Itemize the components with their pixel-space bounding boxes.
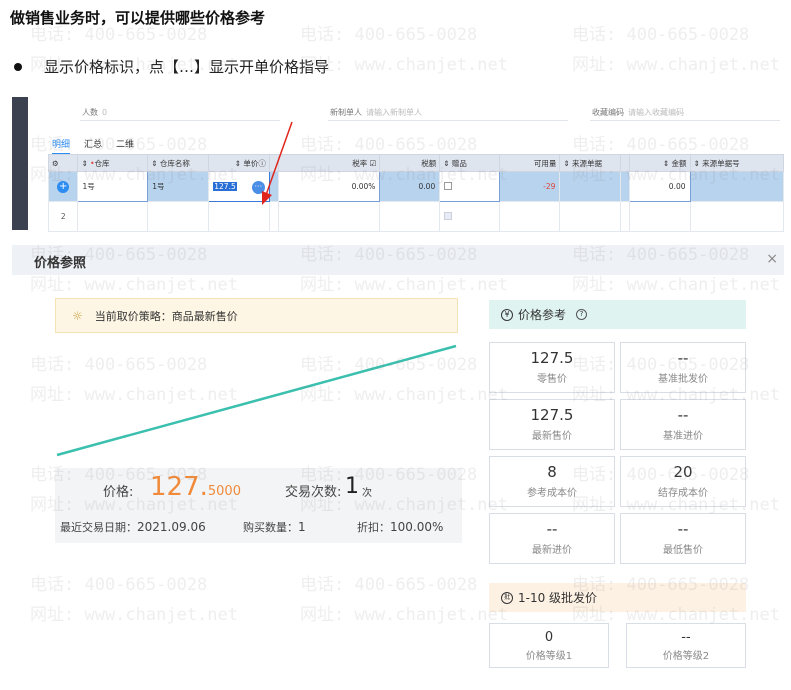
watermark-text: 网址: www.chanjet.net	[300, 55, 508, 75]
column-header	[620, 154, 631, 172]
bullet-point: 显示价格标识，点【…】显示开单价格指导	[14, 56, 329, 77]
tab-detail[interactable]: 明细	[52, 137, 71, 155]
price-card-retail[interactable]: 127.5 零售价	[489, 342, 615, 393]
trend-line	[56, 344, 457, 457]
bullet-dot-icon	[14, 62, 22, 71]
column-header[interactable]: ⇕ 来源单据号	[689, 154, 784, 172]
wholesale-levels-title: 1-10 级批发价	[518, 591, 598, 605]
price-card-reference-cost[interactable]: 8 参考成本价	[489, 456, 615, 507]
dialog-header	[12, 245, 784, 275]
last-trade-date: 最近交易日期：2021.09.06	[60, 520, 206, 534]
add-row-icon[interactable]: +	[57, 180, 70, 193]
field-headcount: 人数 0	[82, 108, 108, 117]
dialog-title: 价格参照	[34, 256, 87, 271]
column-header[interactable]: 可用量	[499, 154, 561, 172]
document-grid-screenshot: 人数 0 新制单人 请输入新制单人 收藏编码 请输入收藏编码 明细 汇总 二维 ⚙ ⇕…	[12, 97, 784, 232]
wholesale-levels-header: 批 1-10 级批发价	[489, 583, 746, 612]
price-card-latest-sale[interactable]: 127.5 最新售价	[489, 399, 615, 450]
table-row[interactable]: 2	[47, 201, 784, 232]
column-settings-gear-icon[interactable]: ⚙	[47, 154, 79, 172]
table-row[interactable]: + 1号 1号 127.5 ··· 0.00% 0.00 -29 0.00	[47, 171, 784, 202]
bullet-text: 显示价格标识，点【…】显示开单价格指导	[44, 58, 330, 76]
trades-value: 1	[345, 474, 359, 499]
watermark-text: 电话: 400-665-0028	[572, 25, 750, 45]
wholesale-icon: 批	[501, 591, 513, 604]
cell-warehouse-name[interactable]: 1号	[147, 171, 210, 202]
price-card-latest-purchase[interactable]: -- 最新进价	[489, 513, 615, 564]
price-value: 127.5000	[150, 472, 241, 502]
left-sidebar-strip	[12, 97, 28, 230]
page-heading: 做销售业务时，可以提供哪些价格参考	[10, 9, 266, 27]
cell-warehouse[interactable]: 1号	[77, 171, 149, 202]
price-label: 价格:	[103, 485, 134, 500]
strategy-label: 当前取价策略：	[94, 309, 172, 323]
trades-label: 交易次数:	[285, 485, 342, 500]
lightbulb-icon: ☼	[72, 308, 83, 323]
cell-amount[interactable]: 0.00	[629, 171, 691, 202]
price-reference-header: ¥ 价格参考 ?	[489, 300, 746, 329]
column-header[interactable]: ⇕ 赠品	[439, 154, 501, 172]
field-favorite-code[interactable]: 收藏编码 请输入收藏编码	[592, 107, 684, 118]
price-level-2-card[interactable]: -- 价格等级2	[626, 623, 746, 668]
table-header-row: ⚙ ⇕ •仓库 ⇕ 仓库名称 ⇕ 单价ⓘ 税率 ☑ 税额 ⇕ 赠品 可用量 ⇕ …	[47, 154, 784, 172]
field-underline	[590, 120, 780, 121]
price-level-1-card[interactable]: 0 价格等级1	[489, 623, 609, 668]
price-card-base-wholesale[interactable]: -- 基准批发价	[620, 342, 746, 393]
price-card-lowest-sale[interactable]: -- 最低售价	[620, 513, 746, 564]
watermark-text: 网址: www.chanjet.net	[572, 55, 780, 75]
column-header[interactable]: ⇕ •仓库	[77, 154, 149, 172]
cell-tax-amount[interactable]: 0.00	[379, 171, 441, 202]
close-icon[interactable]: ×	[766, 251, 778, 267]
discount: 折扣：100.00%	[357, 520, 444, 534]
column-header[interactable]: ⇕ 来源单据	[559, 154, 622, 172]
field-underline	[328, 120, 568, 121]
cell-gift[interactable]	[439, 171, 501, 202]
cell-source-doc[interactable]	[559, 171, 622, 202]
column-header[interactable]: ⇕ 仓库名称	[147, 154, 210, 172]
trades-unit: 次	[362, 488, 372, 499]
strategy-value: 商品最新售价	[171, 309, 238, 323]
gift-checkbox[interactable]	[444, 211, 453, 220]
field-new-creator[interactable]: 新制单人 请输入新制单人	[330, 107, 422, 118]
pricing-strategy-banner: ☼ 当前取价策略： 商品最新售价	[55, 298, 458, 333]
detail-table: ⚙ ⇕ •仓库 ⇕ 仓库名称 ⇕ 单价ⓘ 税率 ☑ 税额 ⇕ 赠品 可用量 ⇕ …	[47, 154, 784, 232]
row-index: 2	[47, 201, 79, 232]
column-header[interactable]: 税额	[379, 154, 441, 172]
yen-icon: ¥	[501, 308, 513, 321]
cell-source-doc-no[interactable]	[689, 171, 784, 202]
price-trend-chart	[56, 344, 457, 457]
red-arrow-annotation	[262, 121, 293, 205]
watermark-text: 电话: 400-665-0028	[300, 25, 478, 45]
field-underline	[80, 120, 280, 121]
price-summary-panel: 价格: 127.5000 交易次数: 1 次 最近交易日期：2021.09.06…	[55, 468, 462, 543]
unit-price-input[interactable]: 127.5	[213, 182, 237, 191]
price-reference-dialog: 价格参照 × ☼ 当前取价策略： 商品最新售价 价格: 127.5000 交易次…	[12, 235, 784, 690]
grid-tabs: 明细 汇总 二维	[52, 137, 134, 155]
price-reference-title: 价格参考	[518, 308, 567, 322]
price-card-base-purchase[interactable]: -- 基准进价	[620, 399, 746, 450]
price-card-stock-cost[interactable]: 20 结存成本价	[620, 456, 746, 507]
tab-summary[interactable]: 汇总	[84, 137, 102, 155]
column-header[interactable]: ⇕ 金额	[629, 154, 691, 172]
help-icon[interactable]: ?	[576, 309, 588, 320]
tab-2d[interactable]: 二维	[116, 137, 134, 155]
cell-available: -29	[499, 171, 561, 202]
purchase-quantity: 购买数量：1	[243, 520, 306, 534]
gift-checkbox[interactable]	[444, 181, 453, 190]
